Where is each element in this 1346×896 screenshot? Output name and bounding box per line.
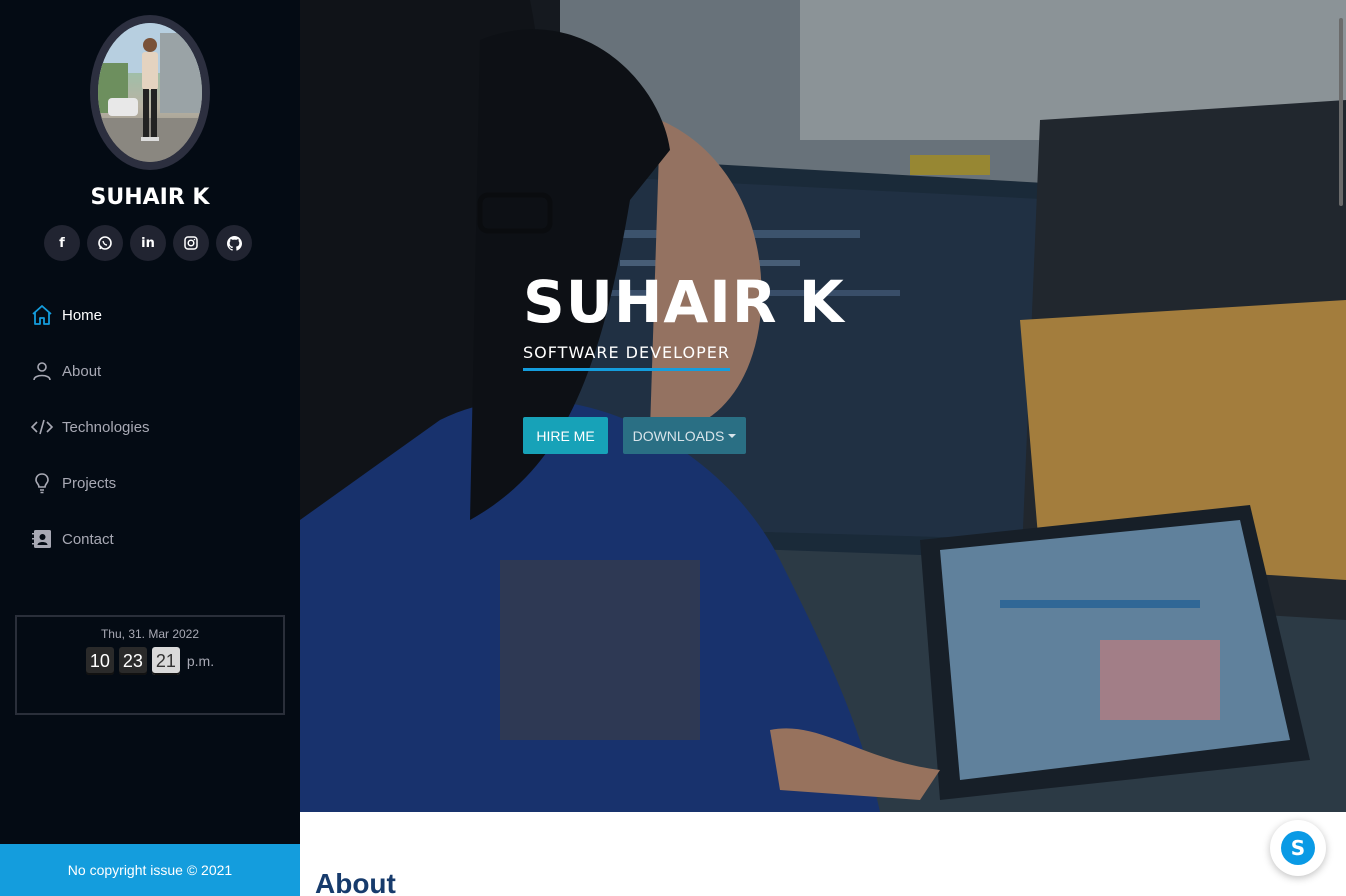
page-scrollbar[interactable] (1339, 18, 1343, 206)
github-icon[interactable] (216, 225, 252, 261)
sidebar: SUHAIR K f in Home About Technologies Pr… (0, 0, 300, 896)
skype-icon: S (1281, 831, 1315, 865)
clock-seconds: 21 (151, 647, 180, 675)
home-icon (30, 303, 54, 327)
nav-label-technologies: Technologies (62, 418, 150, 436)
hero-title: SUHAIR K (523, 268, 845, 336)
user-icon (30, 359, 54, 383)
nav-label-about: About (62, 362, 102, 380)
code-icon (30, 415, 54, 439)
nav-label-home: Home (62, 306, 103, 324)
clock-hours: 10 (85, 647, 114, 675)
hero-subtitle: SOFTWARE DEVELOPER (523, 343, 730, 371)
nav-item-about[interactable]: About (30, 352, 270, 390)
clock-ampm: p.m. (186, 653, 215, 669)
caret-down-icon (728, 433, 737, 438)
avatar-frame (90, 15, 210, 170)
hero-overlay (300, 0, 1346, 812)
facebook-icon[interactable]: f (44, 225, 80, 261)
clock-date: Thu, 31. Mar 2022 (100, 627, 200, 641)
hire-me-button[interactable]: HIRE ME (523, 417, 608, 454)
clock-widget: Thu, 31. Mar 2022 10 23 21 p.m. (15, 615, 285, 715)
social-links: f in (44, 225, 252, 261)
hero-section: SUHAIR K SOFTWARE DEVELOPER HIRE ME DOWN… (300, 0, 1346, 812)
downloads-dropdown-button[interactable]: DOWNLOADS (623, 417, 746, 454)
downloads-label: DOWNLOADS (632, 427, 725, 444)
linkedin-icon[interactable]: in (130, 225, 166, 261)
nav-label-projects: Projects (62, 474, 117, 492)
nav-item-projects[interactable]: Projects (30, 464, 270, 502)
nav-item-technologies[interactable]: Technologies (30, 408, 270, 446)
skype-chat-button[interactable]: S (1270, 820, 1326, 876)
instagram-icon[interactable] (173, 225, 209, 261)
nav-label-contact: Contact (62, 530, 114, 548)
nav-item-contact[interactable]: Contact (30, 520, 270, 558)
main-nav: Home About Technologies Projects Contact (30, 296, 270, 576)
profile-name: SUHAIR K (90, 185, 210, 210)
whatsapp-icon[interactable] (87, 225, 123, 261)
about-heading: About (315, 868, 396, 896)
lightbulb-icon (30, 471, 54, 495)
clock-minutes: 23 (118, 647, 147, 675)
contact-card-icon (30, 527, 54, 551)
avatar (98, 23, 202, 162)
nav-item-home[interactable]: Home (30, 296, 270, 334)
clock-time: 10 23 21 p.m. (17, 647, 283, 675)
copyright-footer: No copyright issue © 2021 (0, 844, 300, 896)
